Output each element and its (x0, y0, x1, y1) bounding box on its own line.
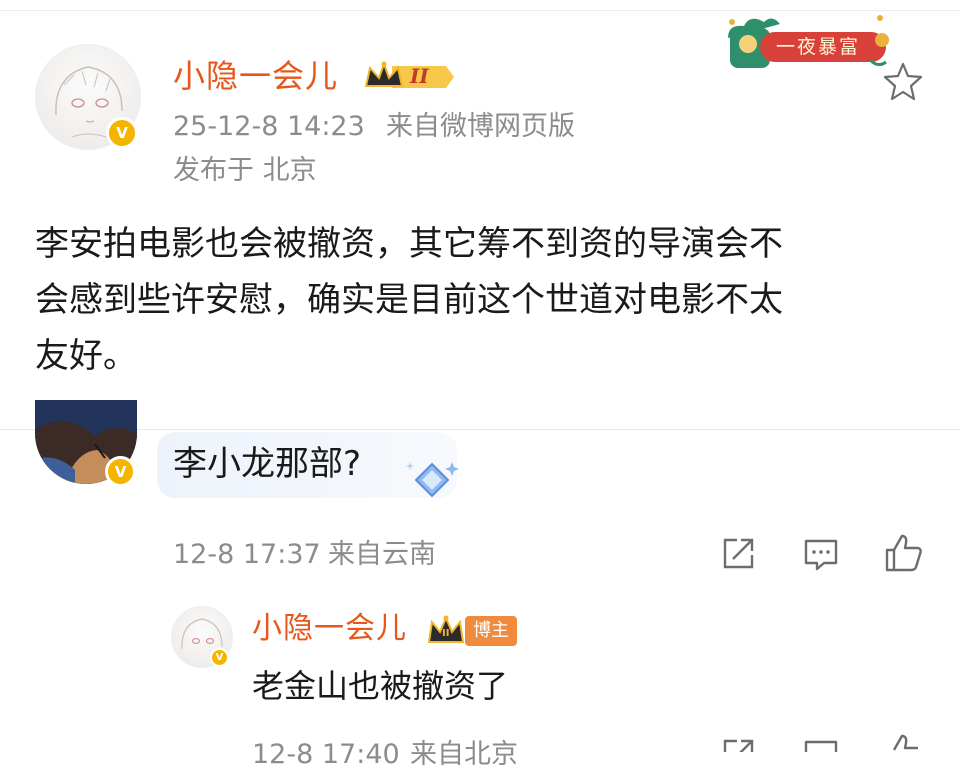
comment-icon (804, 740, 838, 752)
blogger-tag: 博主 (465, 616, 517, 646)
repost-button[interactable] (719, 535, 757, 573)
level-badge-text: II (442, 628, 450, 639)
comment-text: 李小龙那部? (173, 444, 362, 484)
reply-text: 老金山也被撤资了 (252, 667, 509, 705)
reply-timestamp-partial: 12-8 17:40 (252, 739, 400, 770)
reply-source-partial: 来自北京 (410, 739, 518, 770)
level-badge-text: II (410, 64, 429, 88)
level-crown-badge[interactable]: II (362, 60, 458, 94)
verified-badge-icon: V (105, 456, 136, 487)
reply-author-name[interactable]: 小隐一会儿 (252, 610, 407, 648)
post-source: 来自微博网页版 (386, 111, 575, 142)
reply-level-crown-badge[interactable]: II (427, 614, 467, 646)
repost-button[interactable] (719, 736, 757, 752)
post-body: 李安拍电影也会被撤资，其它筹不到资的导演会不 会感到些许安慰，确实是目前这个世道… (35, 216, 935, 384)
verified-badge-icon: V (106, 117, 138, 149)
post-text-line: 友好。 (35, 336, 137, 376)
comment-button[interactable] (802, 736, 840, 752)
post-timestamp: 25-12-8 14:23 (173, 111, 365, 142)
comment-timestamp: 12-8 17:37 (173, 539, 321, 570)
post-text-line: 李安拍电影也会被撤资，其它筹不到资的导演会不 (35, 224, 783, 264)
comment-source: 来自云南 (328, 539, 436, 570)
repost-icon (723, 538, 754, 569)
post-author-name[interactable]: 小隐一会儿 (173, 56, 338, 96)
post-text-line: 会感到些许安慰，确实是目前这个世道对电影不太 (35, 280, 783, 320)
top-divider (0, 10, 960, 11)
comment-icon (804, 539, 838, 571)
favorite-star-button[interactable] (882, 61, 924, 101)
like-button[interactable] (883, 532, 925, 574)
festive-decoration-badge[interactable]: 一夜暴富 (720, 12, 898, 72)
section-divider (0, 429, 960, 430)
comment-bubble-decoration-icon (402, 458, 462, 502)
verified-badge-icon: V (210, 648, 229, 667)
thumbs-up-icon (885, 534, 922, 572)
comment-button[interactable] (802, 535, 840, 573)
festive-badge-text: 一夜暴富 (776, 36, 861, 58)
thumbs-up-icon (892, 734, 918, 751)
repost-icon (723, 739, 754, 752)
star-icon (883, 62, 923, 101)
like-button[interactable] (883, 732, 925, 752)
post-location: 发布于 北京 (173, 155, 317, 186)
